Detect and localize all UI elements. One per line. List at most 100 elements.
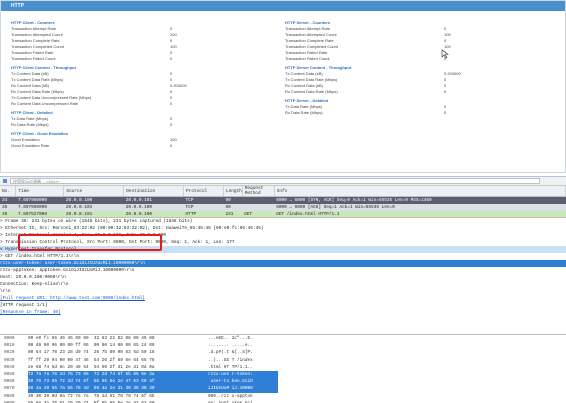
packet-cell: 7.697960000: [15, 203, 64, 211]
packet-cell: 6000 → 6000 [ACK] Seq=1 Ack=1 Win=65535 …: [274, 203, 566, 211]
stat-row: Transaction Failed Count 0: [285, 56, 460, 62]
column-header-destination[interactable]: Destination: [123, 186, 185, 197]
detail-text: > Frame 36: 231 bytes on wire (1848 bits…: [0, 219, 193, 224]
hex-bytes: 00 64 17 70 23 28 d9 74 26 7b 80 00 53 5…: [28, 350, 155, 356]
packet-cell: 7.697960000: [15, 196, 64, 204]
display-filter-bar: [0, 177, 566, 186]
stat-value: 0: [444, 89, 447, 94]
hex-row[interactable]: 0040 2e 68 74 6d 6c 20 48 54 54 50 2f 31 …: [0, 364, 566, 371]
packet-cell: 20.0.0.101: [123, 196, 184, 204]
hex-row[interactable]: 0080 30 30 30 0d 0a 72 7a 7a 78 2d 61 70 …: [0, 393, 566, 400]
packet-row[interactable]: 35 7.697960000 20.0.0.101 20.0.0.100 TCP 60 60…: [0, 203, 566, 211]
detail-line[interactable]: > GET /index.html HTTP/1.1\r\n: [0, 253, 566, 260]
stat-row: Rx Content Data Rate (Mbps) 0: [285, 89, 460, 95]
hex-offset: 0040: [4, 364, 15, 370]
stats-panel-header: HTTP: [1, 1, 565, 11]
hex-ascii: rzzx-use r-token:: [208, 370, 278, 379]
stat-value: 0: [444, 110, 447, 115]
hex-ascii: user-to ken.GciO: [208, 378, 278, 386]
detail-line[interactable]: > Frame 36: 231 bytes on wire (1848 bits…: [0, 218, 566, 225]
detail-text: Connection: Keep-Alive\r\n: [0, 282, 69, 287]
packet-cell: 60: [223, 203, 243, 211]
client-stats-column: HTTP Client - Counters Transaction Attemp…: [11, 17, 187, 149]
packet-cell: 34: [0, 196, 16, 204]
packet-cell: TCP: [183, 203, 224, 211]
detail-text: [Response in frame: 40]: [0, 310, 61, 315]
hex-bytes: 20 75 73 65 72 2d 74 6f 6b 65 6e 2e 47 6…: [28, 378, 208, 386]
detail-line[interactable]: rzzx-apptoken: apptoken.GciOiJIUzUxMiJ.1…: [0, 267, 566, 274]
hex-ascii: .d.p#(.t &{..S]P.: [208, 350, 253, 356]
packet-list: No. Time Source Destination Protocol Length Re…: [0, 186, 566, 218]
stat-value: 0: [170, 143, 173, 148]
packet-cell: [242, 203, 275, 211]
stat-row: Rx Data Rate (Mbps) 0: [285, 110, 460, 116]
stat-label: Rx Content Data Uncompressed Rate: [11, 101, 79, 106]
packet-row[interactable]: 34 7.697960000 20.0.0.100 20.0.0.101 TCP 90 60…: [0, 196, 566, 204]
hex-row[interactable]: 0050 72 7a 7a 78 2d 75 73 65 72 2d 74 6f …: [0, 370, 566, 379]
packet-cell: 20.0.0.100: [123, 203, 184, 211]
column-header-source[interactable]: Source: [63, 186, 125, 197]
wireshark-window: No.TimeSourceDestinationProtocolLengthRe…: [0, 176, 566, 403]
hex-bytes: 2e 68 74 6d 6c 20 48 54 54 50 2f 31 2e 3…: [28, 364, 155, 370]
detail-line[interactable]: Connection: Keep-Alive\r\n: [0, 281, 566, 288]
packet-bytes-pane: 0000 00 e0 fc 65 45 45 00 00 32 63 22 02 …: [0, 334, 566, 403]
bookmark-icon[interactable]: [3, 179, 7, 183]
stat-label: Transaction Failed Count: [285, 56, 330, 61]
column-header-info[interactable]: Info: [274, 186, 566, 197]
hex-ascii: iJIUzUxM iJ.10000: [208, 385, 278, 393]
hex-row[interactable]: 0000 00 e0 fc 65 45 45 00 00 32 63 22 02 …: [0, 335, 566, 342]
highlight-annotation-box: [18, 234, 162, 251]
stat-row: Transaction Failed Count 0: [11, 56, 186, 62]
column-header-no-[interactable]: No.: [0, 186, 17, 197]
hex-offset: 0020: [4, 350, 15, 356]
column-header-protocol[interactable]: Protocol: [183, 186, 224, 197]
column-header-time[interactable]: Time: [15, 186, 65, 197]
detail-text: [HTTP request 1/1]: [0, 303, 48, 308]
detail-line[interactable]: Host: 20.0.0.100:9000\r\n: [0, 274, 566, 281]
hex-row[interactable]: 0020 00 64 17 70 23 28 d9 74 26 7b 80 00 …: [0, 349, 566, 356]
hex-bytes: 30 30 30 0d 0a 72 7a 7a 78 2d 61 70 70 7…: [28, 393, 155, 399]
hex-ascii: .html HT TP/1.1..: [208, 364, 253, 370]
stat-label: Good Emulation Rate: [11, 143, 50, 148]
stat-label: Rx Content Data Rate (Mbps): [285, 89, 338, 94]
column-header-length[interactable]: Length: [223, 186, 243, 197]
stat-row: Good Emulation Rate 0: [11, 143, 186, 149]
detail-line[interactable]: [Full request URI: http://www.test.com:9…: [0, 295, 566, 302]
packet-cell: TCP: [183, 196, 224, 204]
stat-value: 0: [170, 56, 173, 61]
stat-row: Rx Content Data Uncompressed Rate 0: [11, 101, 186, 107]
detail-line[interactable]: rzzx-user-token: user-token.GciOiJIUzUxM…: [0, 260, 566, 267]
hex-row[interactable]: 0010 00 d9 00 06 00 00 ff 06 00 00 14 00 …: [0, 342, 566, 349]
detail-line[interactable]: > Ethernet II, Src: Marconi_63:22:02 (00…: [0, 225, 566, 232]
stat-label: Rx Data Rate (Mbps): [11, 122, 49, 127]
server-stats-column: HTTP Server - Counters Transaction Attemp…: [285, 17, 461, 116]
hex-row[interactable]: 0070 69 4a 49 55 7a 55 78 4d 69 4a 2e 31 …: [0, 385, 566, 393]
detail-text: rzzx-user-token: user-token.GciOiJIUzUxM…: [0, 261, 145, 266]
hex-row[interactable]: 0030 ff ff 29 94 00 00 47 45 54 20 2f 69 …: [0, 357, 566, 364]
stat-value: 0: [170, 101, 173, 106]
hex-bytes: 00 d9 00 06 00 00 ff 06 00 00 14 00 00 6…: [28, 343, 155, 349]
detail-line[interactable]: [HTTP request 1/1]: [0, 302, 566, 309]
detail-text: > GET /index.html HTTP/1.1\r\n: [0, 254, 80, 259]
display-filter-input[interactable]: [10, 178, 540, 184]
detail-line[interactable]: \r\n: [0, 288, 566, 295]
http-stats-panel: HTTP HTTP Client - Counters Transaction A…: [0, 0, 566, 173]
column-header-request-method[interactable]: Request Method: [242, 186, 275, 197]
mouse-cursor-icon: [441, 49, 449, 59]
hex-offset: 0010: [4, 343, 15, 349]
packet-cell: 20.0.0.101: [63, 203, 124, 211]
hex-ascii: ...eEE.. 2c"...E.: [208, 336, 253, 341]
hex-offset: 0070: [4, 386, 15, 392]
hex-ascii: ........ .....e..: [208, 343, 253, 349]
hex-offset: 0080: [4, 393, 15, 399]
hex-ascii: 000..rzz x-apptok: [208, 393, 253, 399]
detail-text: \r\n: [0, 289, 11, 294]
hex-offset: 0050: [4, 371, 15, 377]
hex-bytes: ff ff 29 94 00 00 47 45 54 20 2f 69 6e 6…: [28, 357, 155, 363]
detail-line[interactable]: [Response in frame: 40]: [0, 309, 566, 316]
detail-text: > Ethernet II, Src: Marconi_63:22:02 (00…: [0, 226, 264, 231]
packet-cell: 35: [0, 203, 16, 211]
hex-row[interactable]: 0060 20 75 73 65 72 2d 74 6f 6b 65 6e 2e …: [0, 378, 566, 386]
hex-bytes: 69 4a 49 55 7a 55 78 4d 69 4a 2e 31 30 3…: [28, 385, 208, 393]
hex-bytes: 72 7a 7a 78 2d 75 73 65 72 2d 74 6f 6b 6…: [28, 370, 208, 379]
